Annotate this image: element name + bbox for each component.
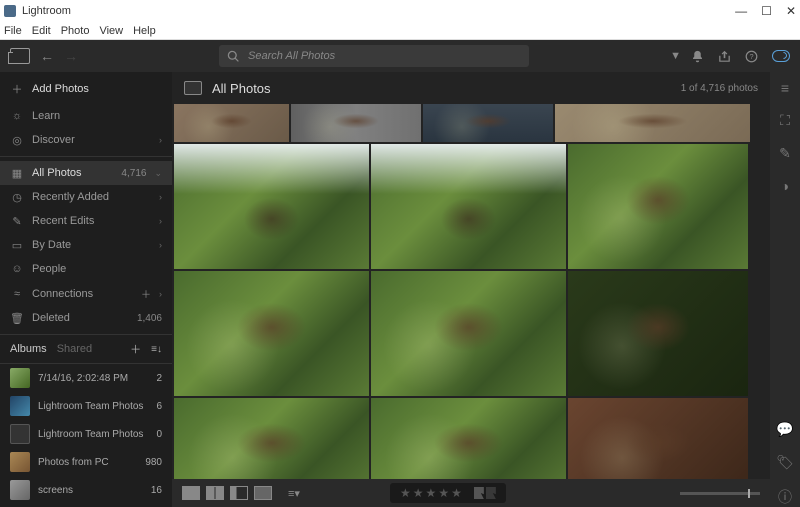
menu-help[interactable]: Help xyxy=(133,25,156,37)
add-photos-button[interactable]: ＋ Add Photos xyxy=(0,72,172,104)
sidebar-all-photos[interactable]: ▦ All Photos 4,716 ⌄ xyxy=(0,161,172,185)
calendar-icon: ▭ xyxy=(10,238,24,252)
search-input[interactable]: Search All Photos xyxy=(219,45,529,67)
link-icon: ≈ xyxy=(10,287,24,301)
flag-pick-icon[interactable] xyxy=(474,487,484,499)
menubar: File Edit Photo View Help xyxy=(0,22,800,40)
album-thumb xyxy=(10,480,30,500)
comments-icon[interactable]: 💬 xyxy=(776,421,793,438)
back-button[interactable]: ← xyxy=(40,48,54,64)
photo-grid xyxy=(172,104,770,507)
photo-thumb[interactable] xyxy=(555,104,750,142)
svg-text:?: ? xyxy=(749,51,753,60)
sidebar-deleted[interactable]: 🗑 Deleted 1,406 xyxy=(0,306,172,330)
rating-control[interactable]: ★ ★ ★ ★ ★ xyxy=(390,483,506,503)
photo-thumb[interactable] xyxy=(371,271,566,396)
album-thumb xyxy=(10,452,30,472)
mask-icon[interactable]: ◑ xyxy=(781,178,789,194)
menu-edit[interactable]: Edit xyxy=(32,25,51,37)
star-icon[interactable]: ★ xyxy=(400,486,411,500)
flag-reject-icon[interactable] xyxy=(486,487,496,499)
chevron-icon: › xyxy=(159,216,162,226)
info-icon[interactable]: ⓘ xyxy=(778,487,792,507)
plus-icon: ＋ xyxy=(10,82,24,96)
sort-button[interactable]: ≡▾ xyxy=(288,487,300,500)
photo-thumb[interactable] xyxy=(568,271,748,396)
album-thumb xyxy=(10,424,30,444)
photo-thumb[interactable] xyxy=(423,104,553,142)
detail-view-button[interactable] xyxy=(254,486,272,500)
sidebar-discover[interactable]: ◎ Discover › xyxy=(0,128,172,152)
menu-photo[interactable]: Photo xyxy=(61,25,90,37)
compass-icon: ◎ xyxy=(10,133,24,147)
collection-icon xyxy=(184,81,202,95)
photo-thumb[interactable] xyxy=(568,144,748,269)
heal-icon[interactable]: ✎ xyxy=(779,145,791,162)
close-button[interactable]: ✕ xyxy=(786,4,796,18)
plus-icon[interactable]: ＋ xyxy=(141,286,151,301)
sidebar-connections[interactable]: ≈ Connections ＋ › xyxy=(0,281,172,306)
shared-tab[interactable]: Shared xyxy=(57,343,92,355)
zoom-slider[interactable] xyxy=(680,492,760,495)
star-icon[interactable]: ★ xyxy=(413,486,424,500)
sort-albums-button[interactable]: ≡↓ xyxy=(151,344,162,355)
album-item[interactable]: Photos from PC 980 xyxy=(0,448,172,476)
window-title: Lightroom xyxy=(22,5,71,17)
star-icon[interactable]: ★ xyxy=(438,486,449,500)
help-icon[interactable]: ? xyxy=(745,50,758,63)
grid-view-button[interactable] xyxy=(182,486,200,500)
pencil-icon: ✎ xyxy=(10,214,24,228)
album-thumb xyxy=(10,368,30,388)
chevron-icon: › xyxy=(159,135,162,145)
sidebar-recently-added[interactable]: ◷ Recently Added › xyxy=(0,185,172,209)
add-album-button[interactable]: ＋ xyxy=(130,341,141,357)
page-title: All Photos xyxy=(212,81,671,96)
lightbulb-icon: ☼ xyxy=(10,109,24,123)
square-view-button[interactable] xyxy=(206,486,224,500)
photo-thumb[interactable] xyxy=(371,144,566,269)
photo-count: 1 of 4,716 photos xyxy=(681,83,758,94)
person-icon: ☺ xyxy=(10,262,24,276)
maximize-button[interactable]: ☐ xyxy=(761,4,772,18)
tag-icon[interactable]: 🏷 xyxy=(776,454,794,471)
album-item[interactable]: 7/14/16, 2:02:48 PM 2 xyxy=(0,364,172,392)
sidebar-learn[interactable]: ☼ Learn xyxy=(0,104,172,128)
search-icon xyxy=(227,50,240,63)
menu-view[interactable]: View xyxy=(99,25,123,37)
photo-thumb[interactable] xyxy=(174,104,289,142)
minimize-button[interactable]: — xyxy=(735,4,747,18)
cloud-sync-icon[interactable] xyxy=(772,50,790,62)
star-icon[interactable]: ★ xyxy=(426,486,437,500)
photo-thumb[interactable] xyxy=(291,104,421,142)
chevron-down-icon: ⌄ xyxy=(154,168,162,179)
albums-tab[interactable]: Albums xyxy=(10,343,47,355)
sidebar-by-date[interactable]: ▭ By Date › xyxy=(0,233,172,257)
sidebar-recent-edits[interactable]: ✎ Recent Edits › xyxy=(0,209,172,233)
crop-icon[interactable]: ⛶ xyxy=(780,112,790,129)
album-item[interactable]: screens 16 xyxy=(0,476,172,504)
photo-thumb[interactable] xyxy=(174,271,369,396)
clock-icon: ◷ xyxy=(10,190,24,204)
filter-icon[interactable]: ▼ xyxy=(670,50,681,62)
chevron-icon: › xyxy=(159,289,162,299)
photo-thumb[interactable] xyxy=(174,144,369,269)
search-placeholder: Search All Photos xyxy=(248,50,335,62)
share-icon[interactable] xyxy=(718,50,731,63)
bell-icon[interactable] xyxy=(691,50,704,63)
trash-icon: 🗑 xyxy=(10,311,24,325)
app-icon xyxy=(4,5,16,17)
star-icon[interactable]: ★ xyxy=(451,486,462,500)
compare-view-button[interactable] xyxy=(230,486,248,500)
forward-button: → xyxy=(64,48,78,64)
album-item[interactable]: Lightroom Team Photos 6 xyxy=(0,392,172,420)
menu-file[interactable]: File xyxy=(4,25,22,37)
home-icon[interactable] xyxy=(10,48,30,64)
chevron-icon: › xyxy=(159,240,162,250)
sliders-icon[interactable]: ≡ xyxy=(781,80,789,96)
grid-icon: ▦ xyxy=(10,166,24,180)
album-thumb xyxy=(10,396,30,416)
sidebar-people[interactable]: ☺ People xyxy=(0,257,172,281)
chevron-icon: › xyxy=(159,192,162,202)
album-item[interactable]: Lightroom Team Photos 0 xyxy=(0,420,172,448)
